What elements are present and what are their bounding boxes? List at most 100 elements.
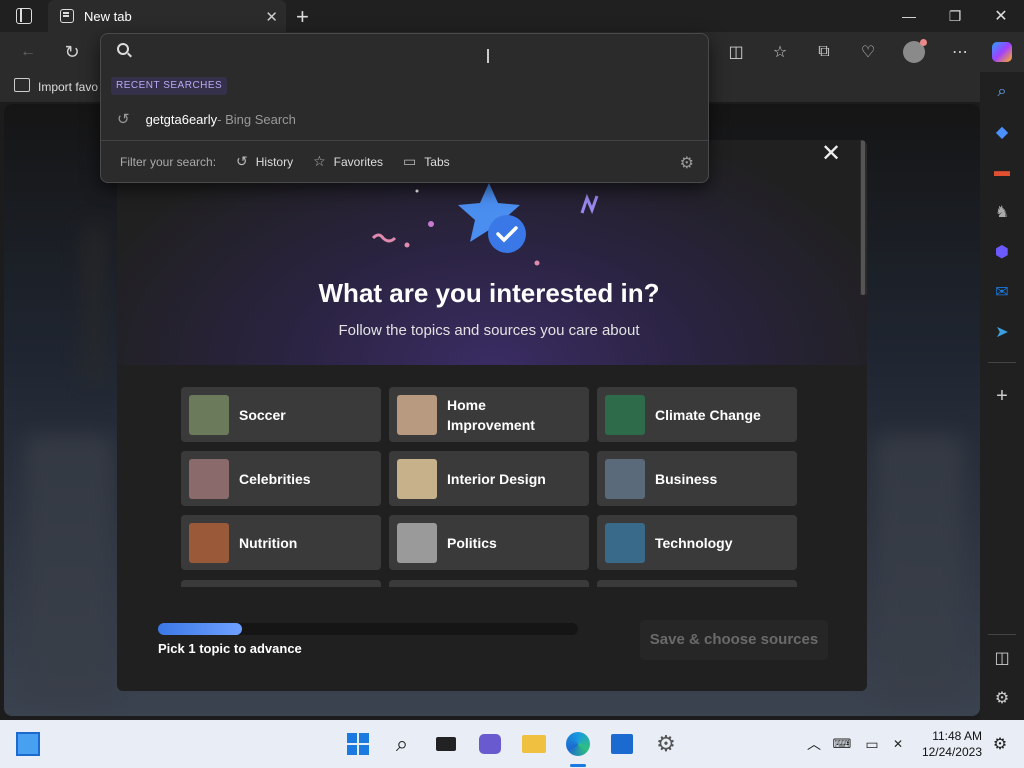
- edge-sidebar: ⌕ ◆ ▬ ♞ ⬢ ✉ ➤ + ◫ ⚙: [980, 72, 1024, 720]
- topic-thumbnail: [189, 458, 229, 499]
- back-icon[interactable]: ←: [16, 40, 40, 64]
- topic-card[interactable]: [389, 580, 589, 587]
- settings-gear-icon[interactable]: ⚙: [680, 153, 694, 173]
- task-view-icon[interactable]: [432, 730, 460, 758]
- games-icon[interactable]: ♞: [990, 200, 1014, 224]
- save-choose-sources-button[interactable]: Save & choose sources: [640, 620, 828, 660]
- topic-thumbnail: [605, 394, 645, 435]
- widgets-icon[interactable]: [14, 730, 42, 758]
- outlook-icon[interactable]: ✉: [990, 280, 1014, 304]
- progress-label: Pick 1 topic to advance: [158, 641, 302, 656]
- address-input[interactable]: [145, 42, 685, 64]
- collections-icon[interactable]: ⧉: [812, 40, 836, 64]
- topic-label: Technology: [655, 534, 733, 551]
- volume-muted-icon[interactable]: ✕: [884, 730, 912, 758]
- address-bar-dropdown: RECENT SEARCHES ↺ getgta6early - Bing Se…: [100, 33, 709, 183]
- settings-gear-icon[interactable]: ⚙: [990, 686, 1014, 710]
- newtab-icon: [60, 9, 74, 23]
- more-options-icon[interactable]: ⋯: [948, 40, 972, 64]
- topic-card[interactable]: Climate Change: [597, 387, 797, 442]
- recent-source: - Bing Search: [217, 111, 296, 127]
- hide-sidebar-icon[interactable]: ◫: [990, 646, 1014, 670]
- topic-label: Celebrities: [239, 470, 311, 487]
- topic-card[interactable]: Soccer: [181, 387, 381, 442]
- notifications-icon[interactable]: ⚙: [986, 730, 1014, 758]
- tools-icon[interactable]: ▬: [990, 160, 1014, 184]
- interests-dialog: ✕ What are you interested in? Follow the…: [117, 140, 867, 691]
- keyboard-icon[interactable]: ⌨: [828, 730, 856, 758]
- drop-icon[interactable]: ➤: [990, 320, 1014, 344]
- sidebar-divider: [988, 634, 1016, 635]
- filter-tabs[interactable]: ▭ Tabs: [403, 153, 450, 170]
- search-icon[interactable]: ⌕: [990, 80, 1014, 104]
- dialog-subtitle: Follow the topics and sources you care a…: [338, 322, 640, 339]
- chat-icon[interactable]: [476, 730, 504, 758]
- topic-card[interactable]: [597, 580, 797, 587]
- copilot-icon[interactable]: [990, 40, 1014, 64]
- filter-favorites[interactable]: ☆ Favorites: [313, 153, 383, 170]
- browser-essentials-icon[interactable]: ♡: [856, 40, 880, 64]
- star-icon: ☆: [313, 153, 326, 169]
- topic-thumbnail: [397, 522, 437, 563]
- history-icon: ↺: [117, 111, 130, 128]
- topic-label: Interior Design: [447, 470, 546, 487]
- import-icon: [14, 78, 30, 92]
- dialog-title: What are you interested in?: [318, 278, 660, 308]
- favorites-icon[interactable]: ☆: [768, 40, 792, 64]
- network-icon[interactable]: ▭: [858, 730, 886, 758]
- topic-card[interactable]: Interior Design: [389, 451, 589, 506]
- topic-thumbnail: [397, 458, 437, 499]
- topic-thumbnail: [189, 394, 229, 435]
- store-icon[interactable]: [608, 730, 636, 758]
- shopping-tag-icon[interactable]: ◆: [990, 120, 1014, 144]
- add-icon[interactable]: +: [990, 384, 1014, 408]
- filter-history[interactable]: ↺ History: [236, 153, 293, 170]
- topic-card[interactable]: Celebrities: [181, 451, 381, 506]
- history-icon: ↺: [236, 153, 248, 169]
- import-favorites-link[interactable]: Import favo: [38, 80, 98, 94]
- file-explorer-icon[interactable]: [520, 730, 548, 758]
- microsoft365-icon[interactable]: ⬢: [990, 240, 1014, 264]
- progress-bar: [158, 623, 578, 635]
- close-tab-icon[interactable]: ✕: [265, 8, 278, 26]
- title-bar: New tab ✕ + — ❐ ✕: [0, 0, 1024, 32]
- topic-label: Nutrition: [239, 534, 298, 551]
- clock-time: 11:48 AM: [932, 729, 982, 743]
- topic-label: Business: [655, 470, 718, 487]
- topic-card[interactable]: Politics: [389, 515, 589, 570]
- tab-actions-icon[interactable]: [16, 8, 32, 24]
- settings-gear-icon[interactable]: ⚙: [652, 730, 680, 758]
- chevron-up-icon[interactable]: ︿: [800, 730, 828, 758]
- taskbar: ⌕ ⚙ ︿ ⌨ ▭ ✕ 11:48 AM 12/24/2023 ⚙: [0, 720, 1024, 768]
- new-tab-button[interactable]: +: [296, 4, 309, 30]
- close-dialog-button[interactable]: ✕: [819, 142, 843, 166]
- address-input-row: [115, 42, 695, 64]
- tab-new-tab[interactable]: New tab ✕: [48, 0, 286, 32]
- tabs-icon: ▭: [403, 153, 417, 169]
- topic-label: Home Improvement: [447, 396, 535, 433]
- filter-label: Filter your search:: [120, 154, 217, 169]
- recent-search-item[interactable]: ↺ getgta6early - Bing Search: [101, 104, 708, 134]
- topic-thumbnail: [397, 394, 437, 435]
- topic-label: Politics: [447, 534, 497, 551]
- close-window-button[interactable]: ✕: [978, 0, 1024, 32]
- topic-card[interactable]: Technology: [597, 515, 797, 570]
- topic-card[interactable]: Business: [597, 451, 797, 506]
- scrollbar[interactable]: [860, 140, 867, 295]
- refresh-icon[interactable]: ↻: [60, 40, 84, 64]
- start-icon[interactable]: [344, 730, 372, 758]
- taskbar-clock[interactable]: 11:48 AM 12/24/2023: [914, 728, 982, 760]
- topic-card[interactable]: [181, 580, 381, 587]
- topic-thumbnail: [605, 522, 645, 563]
- topic-card[interactable]: Home Improvement: [389, 387, 589, 442]
- restore-button[interactable]: ❐: [932, 0, 978, 32]
- topic-label: Climate Change: [655, 406, 761, 423]
- profile-avatar[interactable]: [902, 39, 927, 64]
- split-screen-icon[interactable]: ◫: [724, 40, 748, 64]
- topic-card[interactable]: Nutrition: [181, 515, 381, 570]
- search-icon[interactable]: ⌕: [388, 730, 416, 758]
- minimize-button[interactable]: —: [886, 0, 932, 32]
- clock-date: 12/24/2023: [921, 745, 982, 759]
- celebration-illustration: [371, 183, 599, 266]
- edge-icon[interactable]: [564, 730, 592, 758]
